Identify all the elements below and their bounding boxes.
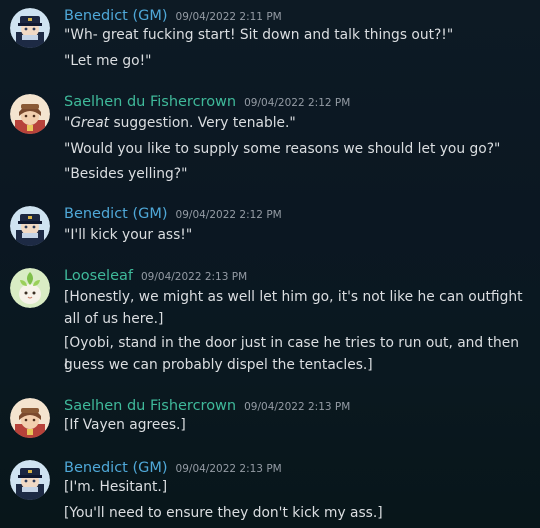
emphasis-text: "Great: [64, 115, 110, 131]
avatar-image: [10, 460, 50, 500]
timestamp: 09/04/2022 2:12 PM: [244, 97, 351, 109]
username[interactable]: Saelhen du Fishercrown: [64, 398, 236, 414]
message-text: "Would you like to supply some reasons w…: [64, 141, 501, 157]
timestamp: 09/04/2022 2:13 PM: [140, 271, 248, 283]
message-text: [Honestly, we might as well let him go, …: [64, 289, 523, 305]
avatar-image: [10, 94, 50, 134]
avatar-image: [10, 268, 50, 308]
avatar-image: [10, 398, 50, 438]
message-text: "Wh- great fucking start! Sit down and t…: [64, 27, 454, 43]
message-text: guess we can probably dispel the tentacl…: [64, 357, 373, 373]
saelhen-avatar[interactable]: [10, 398, 50, 438]
message-text: "Let me go!": [64, 53, 152, 69]
timestamp: 09/04/2022 2:13 PM: [244, 401, 351, 413]
timestamp: 09/04/2022 2:12 PM: [175, 209, 282, 221]
avatar-image: [10, 8, 50, 48]
message-text: [You'll need to ensure they don't kick m…: [64, 505, 383, 521]
message-text: "Great suggestion. Very tenable.": [64, 112, 524, 134]
benedict-avatar[interactable]: [10, 8, 50, 48]
looseleaf-avatar[interactable]: [10, 268, 50, 308]
username[interactable]: Looseleaf: [64, 268, 133, 284]
username[interactable]: Saelhen du Fishercrown: [64, 94, 236, 110]
message-text: [I'm. Hesitant.]: [64, 479, 168, 495]
saelhen-avatar[interactable]: [10, 94, 50, 134]
message-text-rest: suggestion. Very tenable.": [113, 115, 296, 131]
benedict-avatar[interactable]: [10, 206, 50, 246]
message-text: "I'll kick your ass!": [64, 227, 193, 243]
username[interactable]: Benedict (GM): [64, 206, 168, 222]
chat-messages: Benedict (GM) 09/04/2022 2:11 PM "Wh- gr…: [0, 0, 540, 528]
timestamp: 09/04/2022 2:13 PM: [175, 463, 282, 475]
username[interactable]: Benedict (GM): [64, 8, 168, 24]
avatar-image: [10, 206, 50, 246]
benedict-avatar[interactable]: [10, 460, 50, 500]
message-text: [If Vayen agrees.]: [64, 417, 186, 433]
timestamp: 09/04/2022 2:11 PM: [175, 11, 282, 23]
message-text: all of us here.]: [64, 311, 164, 327]
username[interactable]: Benedict (GM): [64, 460, 168, 476]
message-text: "Besides yelling?": [64, 166, 188, 182]
